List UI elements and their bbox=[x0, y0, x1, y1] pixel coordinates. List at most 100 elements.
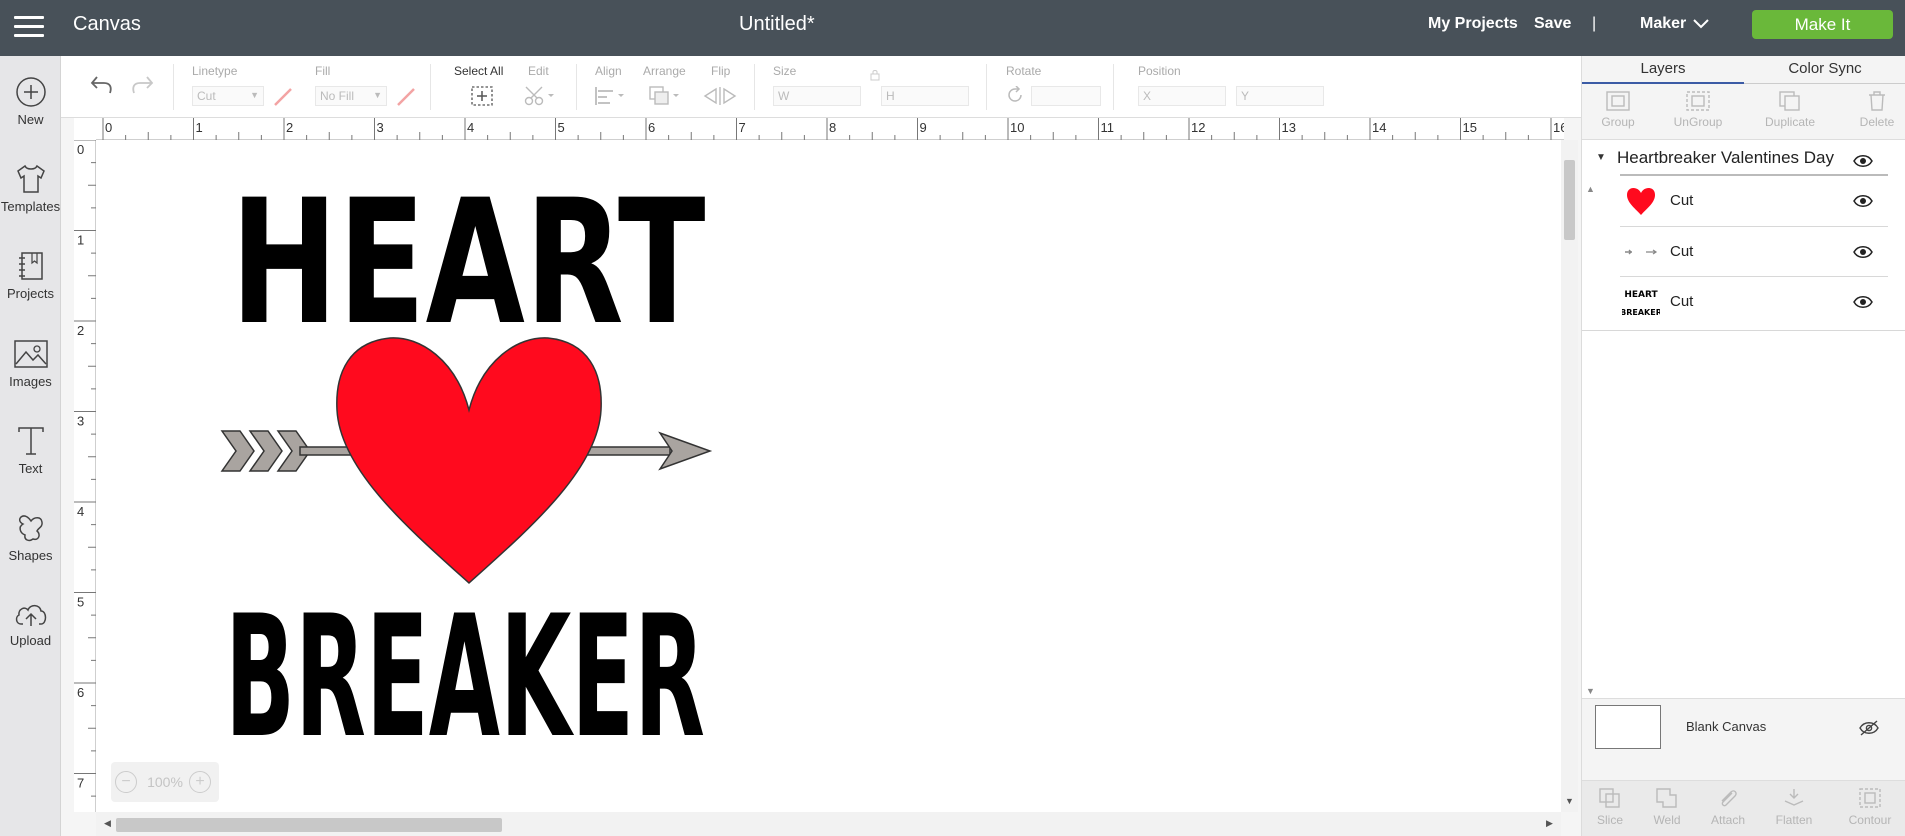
linetype-color-swatch[interactable] bbox=[272, 86, 294, 108]
attach-button[interactable]: Attach bbox=[1706, 787, 1750, 827]
delete-button[interactable]: Delete bbox=[1852, 90, 1902, 129]
contour-button[interactable]: Contour bbox=[1844, 787, 1896, 827]
make-it-button[interactable]: Make It bbox=[1752, 10, 1893, 39]
dropdown-caret-icon: ▼ bbox=[250, 90, 259, 100]
zoom-out-button[interactable]: − bbox=[115, 771, 137, 793]
ruler-vertical-ticks: 0 1 2 3 4 5 6 7 bbox=[74, 139, 96, 797]
sidebar-item-shapes[interactable]: Shapes bbox=[0, 512, 61, 563]
height-label: H bbox=[886, 89, 895, 103]
eye-hidden-icon[interactable] bbox=[1858, 719, 1880, 737]
image-icon bbox=[13, 340, 48, 368]
layer-tools: Group UnGroup Duplicate Delete bbox=[1582, 86, 1905, 140]
duplicate-button[interactable]: Duplicate bbox=[1757, 90, 1823, 129]
flatten-button[interactable]: Flatten bbox=[1771, 787, 1817, 827]
position-y-input[interactable]: Y bbox=[1236, 86, 1324, 106]
scroll-up-icon[interactable]: ▲ bbox=[1586, 184, 1595, 194]
heart-graphic[interactable] bbox=[336, 337, 602, 585]
ruler-label: 7 bbox=[77, 776, 84, 791]
arrange-label: Arrange bbox=[643, 64, 686, 78]
horizontal-scrollbar[interactable]: ◀ ▶ bbox=[96, 812, 1561, 836]
width-input[interactable]: W bbox=[773, 86, 861, 106]
heart-word[interactable]: HEART bbox=[231, 162, 706, 363]
scroll-left-icon[interactable]: ◀ bbox=[104, 818, 111, 829]
save-link[interactable]: Save bbox=[1534, 15, 1571, 33]
layer-name: Cut bbox=[1670, 293, 1694, 310]
align-icon[interactable] bbox=[593, 85, 627, 107]
ruler-label: 2 bbox=[77, 323, 84, 338]
ruler-label: 3 bbox=[377, 120, 384, 135]
dropdown-caret-icon: ▼ bbox=[373, 90, 382, 100]
ungroup-button[interactable]: UnGroup bbox=[1670, 90, 1726, 129]
sidebar-item-new[interactable]: New bbox=[0, 76, 61, 127]
undo-icon[interactable] bbox=[89, 73, 115, 97]
machine-select[interactable]: Maker bbox=[1640, 15, 1686, 33]
text-icon bbox=[17, 427, 44, 455]
horizontal-scroll-thumb[interactable] bbox=[116, 818, 502, 832]
height-input[interactable]: H bbox=[881, 86, 969, 106]
flip-icon[interactable] bbox=[702, 85, 740, 107]
layers-list: ▼ Heartbreaker Valentines Day Cut Cut HE… bbox=[1582, 140, 1905, 700]
edit-label: Edit bbox=[528, 64, 549, 78]
redo-icon[interactable] bbox=[129, 73, 155, 97]
layer-name: Cut bbox=[1670, 243, 1694, 260]
lock-icon[interactable] bbox=[869, 69, 881, 81]
eye-icon[interactable] bbox=[1853, 295, 1873, 309]
arrange-icon[interactable] bbox=[648, 85, 682, 107]
design-canvas[interactable]: HEART BREAKER bbox=[96, 140, 1561, 812]
toolbar-divider bbox=[754, 64, 755, 110]
vertical-scroll-thumb[interactable] bbox=[1564, 160, 1575, 240]
eye-icon[interactable] bbox=[1853, 245, 1873, 259]
layer-row[interactable]: HEART BREAKER Cut bbox=[1620, 276, 1888, 326]
slice-button[interactable]: Slice bbox=[1590, 787, 1630, 827]
thumb-text-top: HEART bbox=[1624, 290, 1658, 300]
scroll-right-icon[interactable]: ▶ bbox=[1546, 818, 1553, 829]
ruler-label: 2 bbox=[286, 120, 293, 135]
sidebar-item-templates[interactable]: Templates bbox=[0, 163, 61, 214]
zoom-control: − 100% + bbox=[111, 762, 219, 802]
document-title[interactable]: Untitled* bbox=[739, 13, 815, 36]
fill-select[interactable]: No Fill ▼ bbox=[315, 86, 387, 106]
fill-color-swatch[interactable] bbox=[395, 86, 417, 108]
sidebar-item-projects[interactable]: Projects bbox=[0, 250, 61, 301]
tab-layers[interactable]: Layers bbox=[1582, 56, 1744, 84]
heart-thumbnail bbox=[1627, 187, 1655, 215]
edit-scissors-icon[interactable] bbox=[523, 85, 557, 107]
eye-icon[interactable] bbox=[1853, 194, 1873, 208]
my-projects-link[interactable]: My Projects bbox=[1428, 15, 1518, 33]
heartbreaker-design[interactable]: HEART BREAKER bbox=[96, 140, 1561, 812]
sidebar-item-text[interactable]: Text bbox=[0, 425, 61, 476]
vertical-scrollbar[interactable]: ▼ bbox=[1561, 140, 1578, 812]
layer-row[interactable]: Cut bbox=[1620, 176, 1888, 226]
attach-label: Attach bbox=[1710, 813, 1746, 827]
group-button[interactable]: Group bbox=[1598, 90, 1638, 129]
sidebar-item-upload[interactable]: Upload bbox=[0, 599, 61, 648]
rotate-input[interactable] bbox=[1031, 86, 1101, 106]
ruler-label: 12 bbox=[1191, 120, 1205, 135]
position-x-input[interactable]: X bbox=[1138, 86, 1226, 106]
ruler-label: 8 bbox=[829, 120, 836, 135]
scroll-down-icon[interactable]: ▼ bbox=[1565, 796, 1574, 806]
select-all-icon[interactable] bbox=[470, 85, 494, 107]
layer-row[interactable]: Cut bbox=[1620, 226, 1888, 276]
eye-icon[interactable] bbox=[1853, 154, 1873, 168]
blank-canvas-swatch[interactable] bbox=[1595, 705, 1661, 749]
tab-color-sync[interactable]: Color Sync bbox=[1744, 56, 1905, 84]
duplicate-icon bbox=[1779, 91, 1800, 111]
fill-value: No Fill bbox=[320, 89, 355, 103]
collapse-caret-icon[interactable]: ▼ bbox=[1596, 152, 1606, 163]
ruler-label: 0 bbox=[105, 120, 112, 135]
toolbar-divider bbox=[173, 64, 174, 110]
linetype-select[interactable]: Cut ▼ bbox=[192, 86, 264, 106]
hamburger-menu-icon[interactable] bbox=[14, 16, 44, 38]
layer-group-header[interactable]: ▼ Heartbreaker Valentines Day bbox=[1582, 144, 1905, 174]
ungroup-icon bbox=[1686, 91, 1710, 111]
breaker-word[interactable]: BREAKER bbox=[225, 579, 705, 775]
blank-canvas-row[interactable]: Blank Canvas bbox=[1582, 698, 1905, 754]
zoom-in-button[interactable]: + bbox=[189, 771, 211, 793]
sidebar-item-images[interactable]: Images bbox=[0, 338, 61, 389]
chevron-down-icon[interactable] bbox=[1692, 16, 1710, 30]
flip-label: Flip bbox=[711, 64, 731, 78]
weld-button[interactable]: Weld bbox=[1647, 787, 1687, 827]
notebook-icon bbox=[18, 252, 43, 280]
scroll-down-icon[interactable]: ▼ bbox=[1586, 686, 1595, 696]
